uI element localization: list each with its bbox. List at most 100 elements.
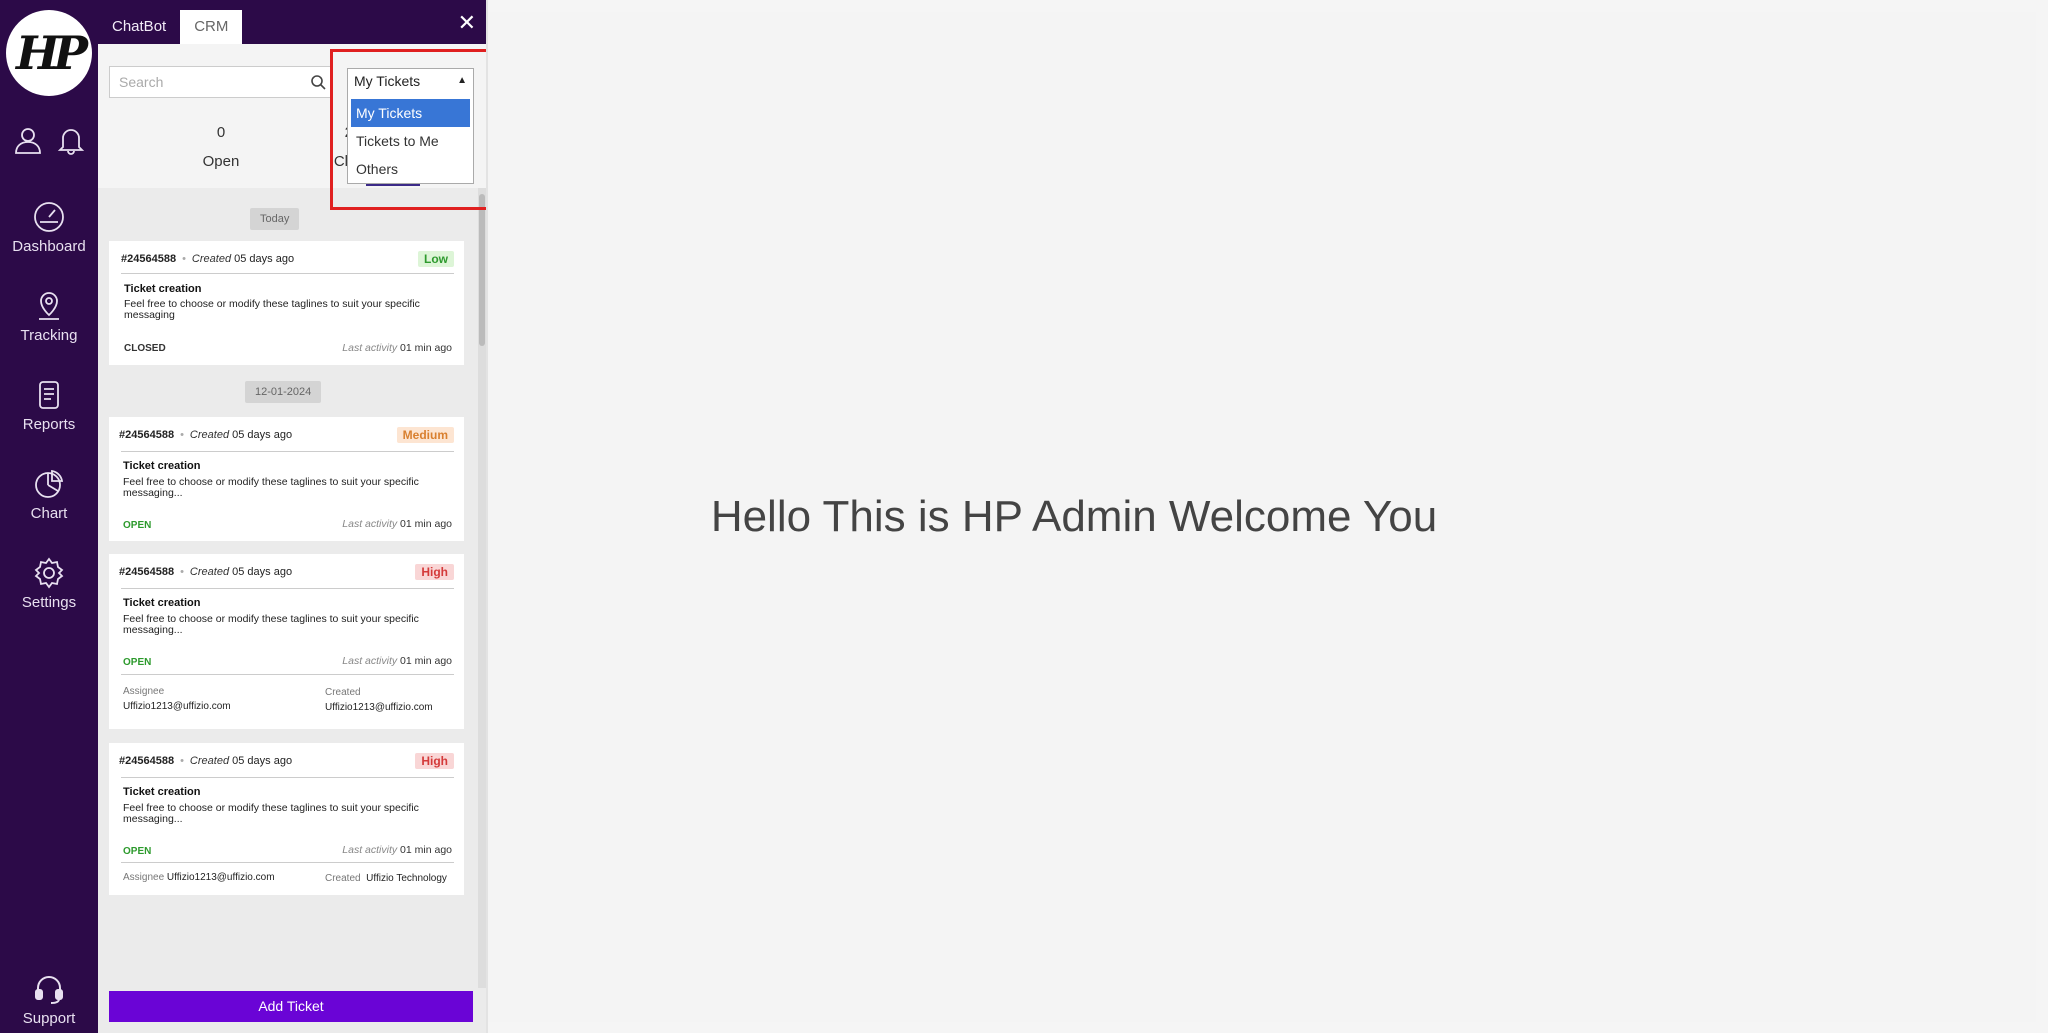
divider <box>121 674 454 675</box>
ticket-age: 05 days ago <box>234 253 295 265</box>
ticket-card[interactable]: #24564588 • Created 05 days ago High Ticke… <box>109 554 464 729</box>
ticket-card[interactable]: #24564588 • Created 05 days ago Medium Tic… <box>109 417 464 541</box>
welcome-area: Hello This is HP Admin Welcome You <box>488 12 1660 1022</box>
nav-support[interactable]: Support <box>0 972 98 1027</box>
nav-reports[interactable]: Reports <box>0 378 98 433</box>
last-activity-value: 01 min ago <box>400 655 452 667</box>
assignee-label: Assignee <box>123 872 165 883</box>
nav-settings-label: Settings <box>21 594 77 611</box>
divider <box>121 588 454 589</box>
close-icon[interactable]: ✕ <box>458 10 476 36</box>
left-nav: HP Dashboard Tracking Reports Chart Sett… <box>0 0 98 1033</box>
ticket-status: CLOSED <box>124 343 166 354</box>
bell-icon[interactable] <box>55 124 87 156</box>
last-activity-value: 01 min ago <box>400 518 452 530</box>
nav-dashboard[interactable]: Dashboard <box>0 200 98 255</box>
created-label: Created <box>189 429 230 441</box>
nav-tracking[interactable]: Tracking <box>0 289 98 344</box>
main-content: Hello This is HP Admin Welcome You <box>488 12 2036 1022</box>
divider <box>121 451 454 452</box>
search-placeholder: Search <box>119 74 164 90</box>
creator-value: Uffizio1213@uffizio.com <box>325 702 433 713</box>
ticket-status: OPEN <box>123 657 152 668</box>
last-activity-label: Last activity <box>342 518 398 530</box>
ticket-description: Feel free to choose or modify these tagl… <box>123 613 419 636</box>
welcome-message: Hello This is HP Admin Welcome You <box>710 492 1438 541</box>
open-label: Open <box>202 153 240 170</box>
creator-block: Created Uffizio Technology <box>325 873 447 884</box>
scrollbar-thumb[interactable] <box>479 194 485 346</box>
creator-value: Uffizio Technology <box>366 873 447 884</box>
ticket-list[interactable]: Today #24564588 • Created 05 days ago Low … <box>98 188 478 1033</box>
date-chip-today: Today <box>250 208 300 230</box>
divider <box>121 862 454 863</box>
created-label: Created <box>191 253 232 265</box>
headset-icon <box>35 976 63 1004</box>
ticket-id: #24564588 <box>119 429 175 441</box>
divider <box>121 273 454 274</box>
ticket-age: 05 days ago <box>232 566 293 578</box>
ticket-id: #24564588 <box>119 566 175 578</box>
nav-settings[interactable]: Settings <box>0 556 98 611</box>
divider <box>121 777 454 778</box>
created-label: Created <box>189 566 230 578</box>
ticket-status: OPEN <box>123 846 152 857</box>
assignee-label: Assignee <box>123 686 165 697</box>
creator-block: Created Uffizio1213@uffizio.com <box>325 687 433 713</box>
pie-chart-icon <box>35 469 64 498</box>
ticket-description: Feel free to choose or modify these tagl… <box>123 476 419 499</box>
add-ticket-button[interactable]: Add Ticket <box>109 991 473 1022</box>
location-pin-icon <box>39 292 59 320</box>
last-activity: Last activity 01 min ago <box>342 655 452 667</box>
open-count: 0 <box>216 124 226 141</box>
priority-badge: High <box>415 753 454 769</box>
ticket-age: 05 days ago <box>232 429 293 441</box>
priority-badge: High <box>415 564 454 580</box>
assignee-value: Uffizio1213@uffizio.com <box>166 872 275 883</box>
assignee-block: Assignee Uffizio1213@uffizio.com <box>123 872 275 883</box>
highlight-annotation-box <box>330 49 498 210</box>
date-chip-2024: 12-01-2024 <box>245 381 322 403</box>
ticket-description: Feel free to choose or modify these tagl… <box>124 298 420 321</box>
tab-chatbot[interactable]: ChatBot <box>98 10 180 44</box>
speedometer-icon <box>34 202 64 232</box>
document-icon <box>39 381 59 409</box>
assignee-value: Uffizio1213@uffizio.com <box>123 701 231 712</box>
created-label: Created <box>189 755 230 767</box>
assignee-block: Assignee Uffizio1213@uffizio.com <box>123 686 231 712</box>
gear-icon <box>34 557 64 589</box>
separator-dot: • <box>180 429 184 441</box>
hp-logo[interactable]: HP <box>6 10 92 96</box>
panel-tabs: ChatBot CRM <box>98 10 243 44</box>
ticket-card[interactable]: #24564588 • Created 05 days ago Low Ticket… <box>109 241 464 365</box>
last-activity-label: Last activity <box>342 844 398 856</box>
search-icon[interactable] <box>310 74 326 90</box>
nav-chart[interactable]: Chart <box>0 467 98 522</box>
nav-chart-label: Chart <box>30 505 68 522</box>
ticket-status: OPEN <box>123 520 152 531</box>
nav-dashboard-label: Dashboard <box>12 238 86 255</box>
nav-support-label: Support <box>22 1010 76 1027</box>
nav-reports-label: Reports <box>22 416 76 433</box>
ticket-header: #24564588 • Created 05 days ago Medium <box>119 427 454 449</box>
open-count-tab[interactable]: 0 Open <box>181 124 261 170</box>
ticket-header: #24564588 • Created 05 days ago High <box>119 564 454 586</box>
search-input[interactable]: Search <box>109 66 333 98</box>
last-activity-label: Last activity <box>342 655 398 667</box>
last-activity-value: 01 min ago <box>400 342 452 354</box>
separator-dot: • <box>180 566 184 578</box>
last-activity-value: 01 min ago <box>400 844 452 856</box>
nav-tracking-label: Tracking <box>20 327 78 344</box>
ticket-header: #24564588 • Created 05 days ago Low <box>121 251 454 273</box>
creator-label: Created <box>325 873 361 884</box>
ticket-id: #24564588 <box>121 253 177 265</box>
ticket-title: Ticket creation <box>123 597 201 609</box>
tab-crm[interactable]: CRM <box>180 10 243 44</box>
ticket-description: Feel free to choose or modify these tagl… <box>123 802 419 825</box>
last-activity: Last activity 01 min ago <box>342 518 452 530</box>
last-activity: Last activity 01 min ago <box>342 844 452 856</box>
ticket-card[interactable]: #24564588 • Created 05 days ago High Ticke… <box>109 743 464 895</box>
ticket-title: Ticket creation <box>123 460 201 472</box>
user-icon[interactable] <box>12 124 44 156</box>
separator-dot: • <box>180 755 184 767</box>
